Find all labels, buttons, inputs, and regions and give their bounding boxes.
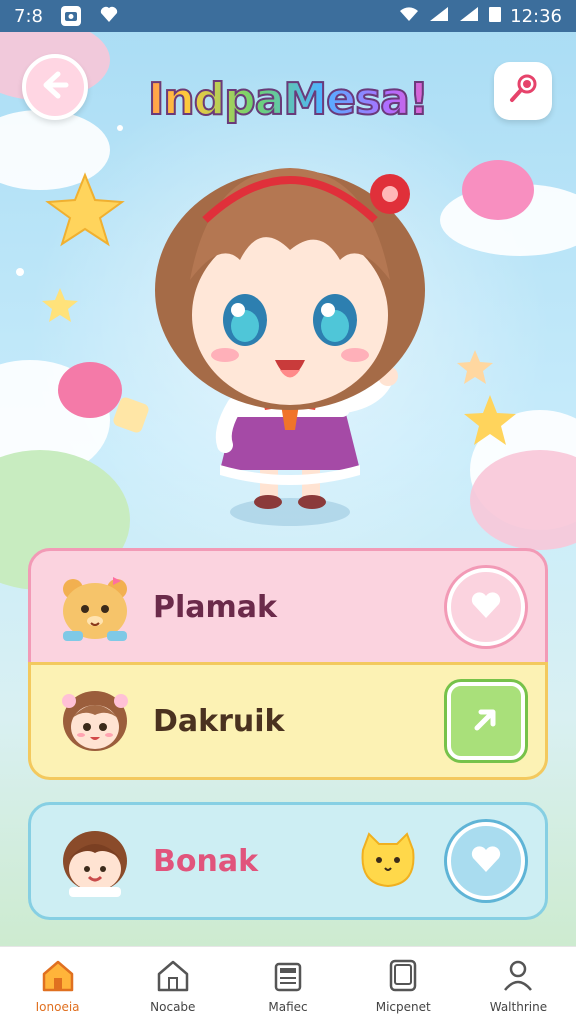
- heart-status-icon: [99, 5, 119, 28]
- status-time-left: 7:8: [14, 5, 43, 27]
- camera-icon: [60, 6, 81, 26]
- nav-label: Walthrine: [489, 999, 548, 1014]
- cat-icon: [361, 832, 415, 888]
- status-bar: 7:8 12:36: [0, 0, 576, 32]
- list-item-label: Plamak: [153, 589, 277, 625]
- signal-icon: [428, 5, 450, 28]
- signal-icon-2: [458, 5, 480, 28]
- nav-label: Ionoeia: [35, 999, 80, 1014]
- heart-icon: [469, 844, 503, 878]
- mascot-illustration: [155, 168, 425, 526]
- nav-label: Micpenet: [375, 999, 431, 1014]
- open-button[interactable]: [447, 682, 525, 760]
- home-icon: [40, 958, 76, 996]
- bear-avatar-icon: [63, 577, 127, 641]
- printer-icon: [270, 958, 306, 996]
- microphone-button[interactable]: [494, 62, 552, 120]
- nav-label: Mafiec: [268, 999, 308, 1014]
- arrow-left-icon: [38, 68, 72, 106]
- app-title: IndpaMesa!: [118, 60, 458, 140]
- nav-label: Nocabe: [150, 999, 196, 1014]
- list-item-label: Dakruik: [153, 703, 285, 739]
- heart-icon: [469, 590, 503, 624]
- nav-item-walthrine[interactable]: Walthrine: [461, 947, 576, 1024]
- list-item-label: Bonak: [153, 843, 259, 879]
- nav-item-micpenet[interactable]: Micpenet: [346, 947, 461, 1024]
- bottom-navigation: Ionoeia Nocabe Mafiec Micpenet Walthrine: [0, 946, 576, 1024]
- nav-item-mafiec[interactable]: Mafiec: [230, 947, 345, 1024]
- list-item-plamak[interactable]: Plamak: [28, 548, 548, 666]
- favorite-button[interactable]: [447, 568, 525, 646]
- wifi-icon: [398, 5, 420, 28]
- battery-icon: [488, 5, 502, 28]
- girl-avatar-icon: [62, 691, 128, 751]
- house-outline-icon: [155, 958, 191, 996]
- boy-avatar-icon: [63, 831, 127, 897]
- nav-item-nocabe[interactable]: Nocabe: [115, 947, 230, 1024]
- list-item-bonak[interactable]: Bonak: [28, 802, 548, 920]
- microphone-icon: [506, 72, 540, 110]
- back-button[interactable]: [22, 54, 88, 120]
- status-time-right: 12:36: [510, 5, 562, 27]
- user-icon: [500, 958, 536, 996]
- arrow-icon: [469, 702, 503, 740]
- tablet-icon: [385, 958, 421, 996]
- list-item-dakruik[interactable]: Dakruik: [28, 662, 548, 780]
- nav-item-home[interactable]: Ionoeia: [0, 947, 115, 1024]
- favorite-button[interactable]: [447, 822, 525, 900]
